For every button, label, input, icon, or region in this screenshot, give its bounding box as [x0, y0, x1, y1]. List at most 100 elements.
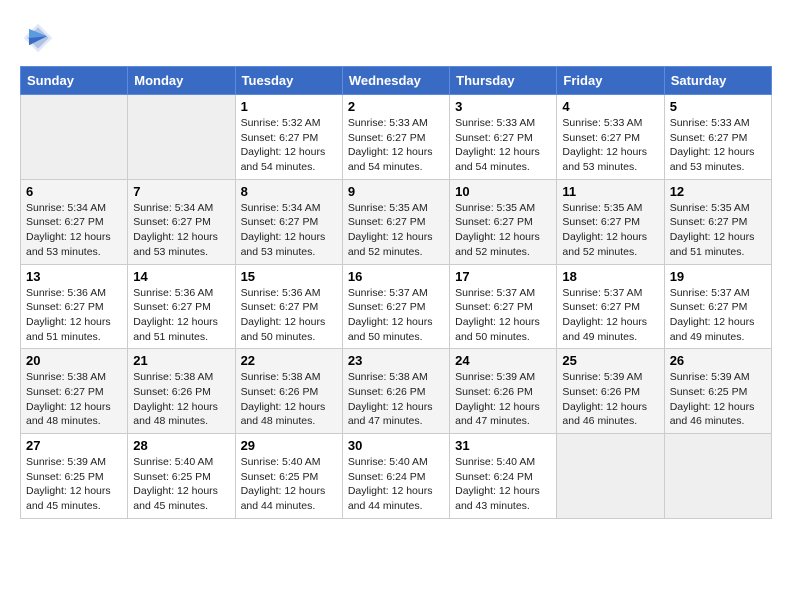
day-number: 2 [348, 99, 444, 114]
calendar-cell: 3 Sunrise: 5:33 AMSunset: 6:27 PMDaylight… [450, 95, 557, 180]
day-info: Sunrise: 5:39 AMSunset: 6:25 PMDaylight:… [670, 371, 755, 427]
day-number: 22 [241, 353, 337, 368]
calendar-cell [128, 95, 235, 180]
calendar-table: SundayMondayTuesdayWednesdayThursdayFrid… [20, 66, 772, 519]
day-number: 5 [670, 99, 766, 114]
weekday-header: Tuesday [235, 67, 342, 95]
day-number: 24 [455, 353, 551, 368]
day-info: Sunrise: 5:39 AMSunset: 6:26 PMDaylight:… [455, 371, 540, 427]
day-info: Sunrise: 5:36 AMSunset: 6:27 PMDaylight:… [133, 287, 218, 343]
day-number: 6 [26, 184, 122, 199]
day-info: Sunrise: 5:38 AMSunset: 6:26 PMDaylight:… [133, 371, 218, 427]
day-info: Sunrise: 5:36 AMSunset: 6:27 PMDaylight:… [241, 287, 326, 343]
calendar-cell: 18 Sunrise: 5:37 AMSunset: 6:27 PMDayligh… [557, 264, 664, 349]
day-number: 3 [455, 99, 551, 114]
day-info: Sunrise: 5:38 AMSunset: 6:26 PMDaylight:… [241, 371, 326, 427]
calendar-cell: 26 Sunrise: 5:39 AMSunset: 6:25 PMDayligh… [664, 349, 771, 434]
day-number: 31 [455, 438, 551, 453]
page-header [20, 20, 772, 56]
day-info: Sunrise: 5:37 AMSunset: 6:27 PMDaylight:… [455, 287, 540, 343]
weekday-header: Wednesday [342, 67, 449, 95]
calendar-cell: 5Sunrise: 5:33 AMSunset: 6:27 PMDaylight… [664, 95, 771, 180]
calendar-cell: 19 Sunrise: 5:37 AMSunset: 6:27 PMDayligh… [664, 264, 771, 349]
day-info: Sunrise: 5:40 AMSunset: 6:24 PMDaylight:… [348, 456, 433, 512]
day-number: 7 [133, 184, 229, 199]
calendar-cell [664, 434, 771, 519]
day-info: Sunrise: 5:39 AMSunset: 6:26 PMDaylight:… [562, 371, 647, 427]
day-number: 29 [241, 438, 337, 453]
day-number: 27 [26, 438, 122, 453]
weekday-header: Saturday [664, 67, 771, 95]
calendar-cell: 1Sunrise: 5:32 AMSunset: 6:27 PMDaylight… [235, 95, 342, 180]
calendar-cell: 30Sunrise: 5:40 AMSunset: 6:24 PMDayligh… [342, 434, 449, 519]
day-info: Sunrise: 5:40 AMSunset: 6:25 PMDaylight:… [133, 456, 218, 512]
calendar-cell: 6Sunrise: 5:34 AMSunset: 6:27 PMDaylight… [21, 179, 128, 264]
calendar-cell: 20 Sunrise: 5:38 AMSunset: 6:27 PMDayligh… [21, 349, 128, 434]
calendar-cell: 21 Sunrise: 5:38 AMSunset: 6:26 PMDayligh… [128, 349, 235, 434]
day-number: 20 [26, 353, 122, 368]
day-number: 9 [348, 184, 444, 199]
day-info: Sunrise: 5:40 AMSunset: 6:25 PMDaylight:… [241, 456, 326, 512]
calendar-cell [21, 95, 128, 180]
calendar-cell: 16 Sunrise: 5:37 AMSunset: 6:27 PMDayligh… [342, 264, 449, 349]
calendar-cell: 15Sunrise: 5:36 AMSunset: 6:27 PMDayligh… [235, 264, 342, 349]
day-info: Sunrise: 5:33 AMSunset: 6:27 PMDaylight:… [455, 117, 540, 173]
day-info: Sunrise: 5:33 AMSunset: 6:27 PMDaylight:… [348, 117, 433, 173]
calendar-header: SundayMondayTuesdayWednesdayThursdayFrid… [21, 67, 772, 95]
day-info: Sunrise: 5:34 AMSunset: 6:27 PMDaylight:… [241, 202, 326, 258]
day-number: 17 [455, 269, 551, 284]
day-number: 28 [133, 438, 229, 453]
day-number: 13 [26, 269, 122, 284]
day-info: Sunrise: 5:35 AMSunset: 6:27 PMDaylight:… [670, 202, 755, 258]
day-number: 10 [455, 184, 551, 199]
day-number: 23 [348, 353, 444, 368]
logo [20, 20, 60, 56]
day-number: 26 [670, 353, 766, 368]
calendar-cell: 25 Sunrise: 5:39 AMSunset: 6:26 PMDayligh… [557, 349, 664, 434]
day-number: 1 [241, 99, 337, 114]
calendar-week-row: 13 Sunrise: 5:36 AMSunset: 6:27 PMDayligh… [21, 264, 772, 349]
calendar-cell: 17 Sunrise: 5:37 AMSunset: 6:27 PMDayligh… [450, 264, 557, 349]
calendar-week-row: 1Sunrise: 5:32 AMSunset: 6:27 PMDaylight… [21, 95, 772, 180]
day-info: Sunrise: 5:35 AMSunset: 6:27 PMDaylight:… [455, 202, 540, 258]
day-number: 16 [348, 269, 444, 284]
weekday-header: Sunday [21, 67, 128, 95]
calendar-week-row: 27 Sunrise: 5:39 AMSunset: 6:25 PMDayligh… [21, 434, 772, 519]
day-number: 8 [241, 184, 337, 199]
weekday-header: Monday [128, 67, 235, 95]
day-info: Sunrise: 5:37 AMSunset: 6:27 PMDaylight:… [562, 287, 647, 343]
day-info: Sunrise: 5:37 AMSunset: 6:27 PMDaylight:… [670, 287, 755, 343]
day-info: Sunrise: 5:37 AMSunset: 6:27 PMDaylight:… [348, 287, 433, 343]
calendar-cell: 24 Sunrise: 5:39 AMSunset: 6:26 PMDayligh… [450, 349, 557, 434]
day-number: 11 [562, 184, 658, 199]
day-info: Sunrise: 5:36 AMSunset: 6:27 PMDaylight:… [26, 287, 111, 343]
calendar-week-row: 20 Sunrise: 5:38 AMSunset: 6:27 PMDayligh… [21, 349, 772, 434]
calendar-cell: 14 Sunrise: 5:36 AMSunset: 6:27 PMDayligh… [128, 264, 235, 349]
calendar-cell: 2 Sunrise: 5:33 AMSunset: 6:27 PMDaylight… [342, 95, 449, 180]
calendar-cell: 13 Sunrise: 5:36 AMSunset: 6:27 PMDayligh… [21, 264, 128, 349]
day-info: Sunrise: 5:38 AMSunset: 6:26 PMDaylight:… [348, 371, 433, 427]
day-number: 21 [133, 353, 229, 368]
calendar-cell: 31 Sunrise: 5:40 AMSunset: 6:24 PMDayligh… [450, 434, 557, 519]
day-info: Sunrise: 5:40 AMSunset: 6:24 PMDaylight:… [455, 456, 540, 512]
calendar-cell: 28 Sunrise: 5:40 AMSunset: 6:25 PMDayligh… [128, 434, 235, 519]
day-number: 18 [562, 269, 658, 284]
day-info: Sunrise: 5:39 AMSunset: 6:25 PMDaylight:… [26, 456, 111, 512]
calendar-cell: 10 Sunrise: 5:35 AMSunset: 6:27 PMDayligh… [450, 179, 557, 264]
calendar-body: 1Sunrise: 5:32 AMSunset: 6:27 PMDaylight… [21, 95, 772, 519]
calendar-cell: 22 Sunrise: 5:38 AMSunset: 6:26 PMDayligh… [235, 349, 342, 434]
day-number: 4 [562, 99, 658, 114]
day-info: Sunrise: 5:35 AMSunset: 6:27 PMDaylight:… [348, 202, 433, 258]
calendar-cell: 23 Sunrise: 5:38 AMSunset: 6:26 PMDayligh… [342, 349, 449, 434]
calendar-cell: 7Sunrise: 5:34 AMSunset: 6:27 PMDaylight… [128, 179, 235, 264]
day-info: Sunrise: 5:33 AMSunset: 6:27 PMDaylight:… [562, 117, 647, 173]
weekday-header: Friday [557, 67, 664, 95]
day-number: 14 [133, 269, 229, 284]
weekday-header: Thursday [450, 67, 557, 95]
day-number: 25 [562, 353, 658, 368]
calendar-cell: 8 Sunrise: 5:34 AMSunset: 6:27 PMDaylight… [235, 179, 342, 264]
day-info: Sunrise: 5:38 AMSunset: 6:27 PMDaylight:… [26, 371, 111, 427]
day-number: 12 [670, 184, 766, 199]
day-number: 19 [670, 269, 766, 284]
calendar-week-row: 6 Sunrise: 5:34 AMSunset: 6:27 PMDaylight… [21, 179, 772, 264]
